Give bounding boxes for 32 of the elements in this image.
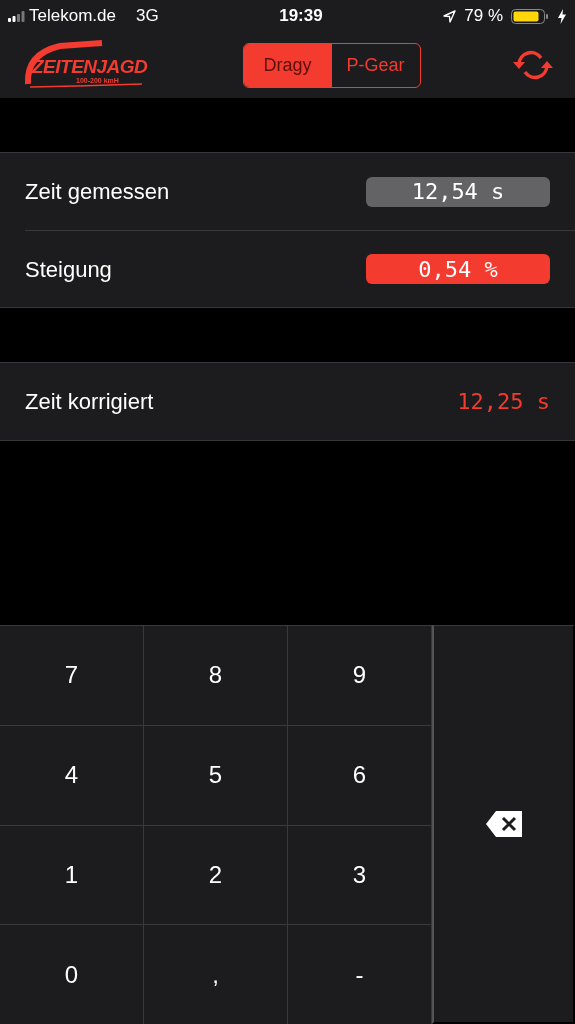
- charging-bolt-icon: [557, 8, 567, 24]
- segment-tab[interactable]: P-Gear: [331, 43, 420, 87]
- keypad-key[interactable]: 2: [144, 824, 288, 925]
- clock-time: 19:39: [279, 5, 323, 28]
- keypad-key[interactable]: 6: [288, 724, 432, 825]
- keypad-key[interactable]: 7: [0, 625, 144, 725]
- row-label: Steigung: [25, 255, 112, 284]
- keypad-key[interactable]: 0: [0, 924, 144, 1024]
- keypad-key[interactable]: 4: [0, 724, 144, 825]
- result-value: 12,25 s: [457, 388, 550, 416]
- keypad-key[interactable]: ,: [144, 924, 288, 1024]
- row-label: Zeit gemessen: [25, 178, 170, 206]
- battery-percent: 79 %: [464, 5, 503, 28]
- keypad-key[interactable]: 1: [0, 824, 144, 925]
- value-field[interactable]: 0,54 %: [366, 254, 550, 284]
- segment-tab[interactable]: Dragy: [243, 43, 332, 87]
- backspace-icon: [485, 811, 522, 837]
- location-arrow-icon: [443, 9, 457, 23]
- keypad-key[interactable]: -: [288, 924, 432, 1024]
- keypad-key[interactable]: 3: [288, 824, 432, 925]
- carrier-name: Telekom.de: [29, 5, 116, 28]
- value-field[interactable]: 12,54 s: [366, 176, 550, 207]
- battery-icon: [511, 8, 549, 24]
- segmented-control[interactable]: Dragy P-Gear: [242, 42, 421, 88]
- keypad-key[interactable]: 5: [144, 724, 288, 825]
- keypad-key[interactable]: 8: [144, 625, 288, 725]
- network-type: 3G: [135, 5, 159, 28]
- keypad-key[interactable]: 9: [288, 625, 432, 725]
- row-label: Zeit korrigiert: [25, 388, 154, 416]
- backspace-key[interactable]: [432, 625, 575, 1024]
- signal-icon: [8, 10, 25, 22]
- logo-title: ZEITENJAGD: [32, 57, 148, 76]
